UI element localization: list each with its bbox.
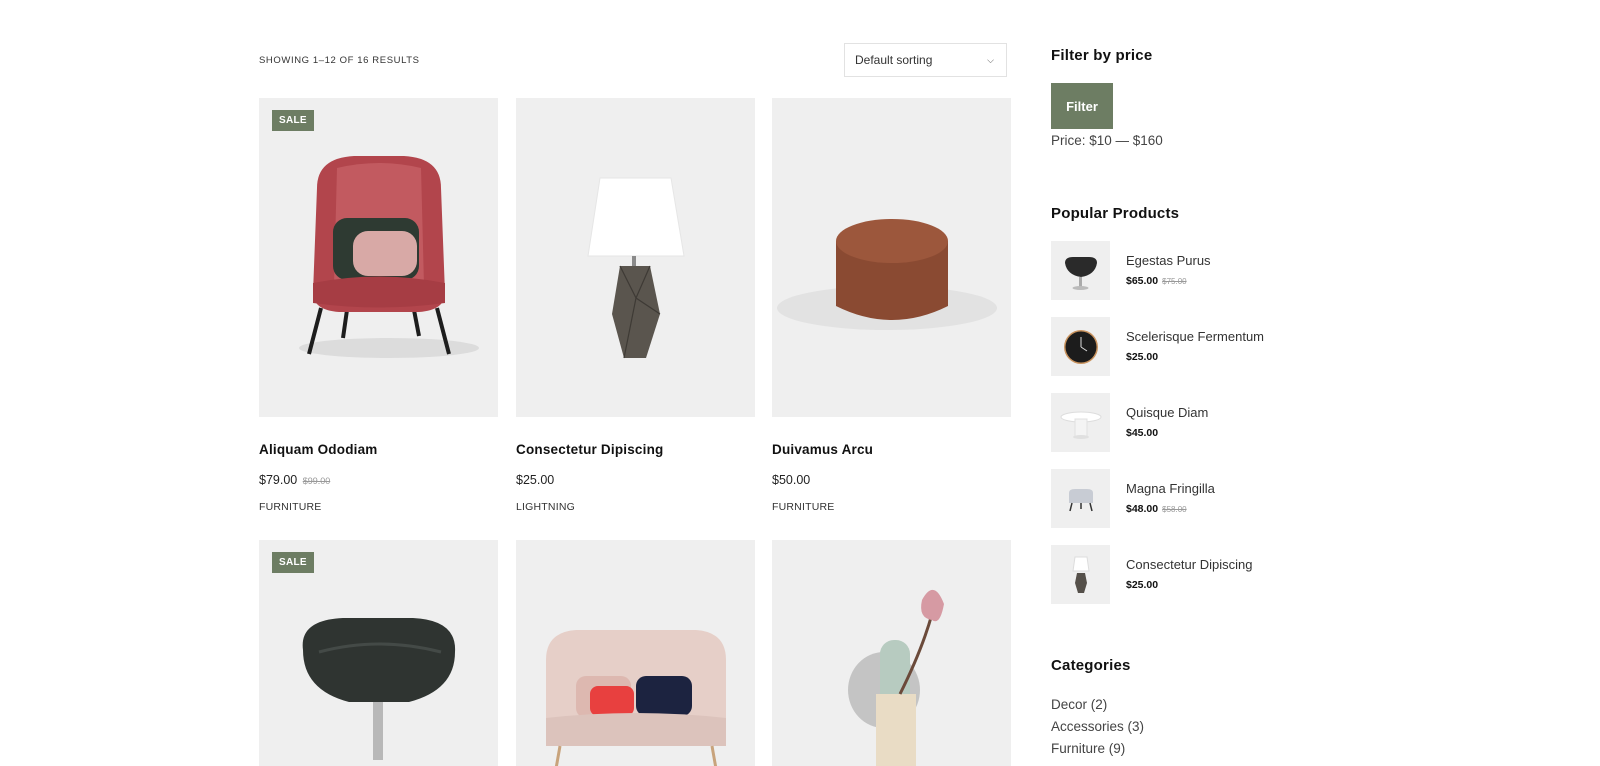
results-count: SHOWING 1–12 OF 16 RESULTS: [259, 55, 420, 66]
sale-badge: SALE: [272, 552, 314, 573]
category-link-decor[interactable]: Decor (2): [1051, 697, 1144, 719]
marble-table-lamp-image: [587, 177, 685, 359]
product-card[interactable]: SALE Aliquam Ododiam $79.00 $99.00 FURNI…: [259, 98, 498, 513]
product-image-link[interactable]: [516, 98, 755, 417]
product-title[interactable]: Consectetur Dipiscing: [516, 442, 755, 457]
old-price: $99.00: [302, 476, 331, 486]
popular-product-price: $45.00: [1126, 427, 1158, 439]
product-price: $25.00: [516, 473, 755, 487]
current-price: $25.00: [516, 473, 555, 487]
brown-pouf-image: [777, 219, 997, 330]
sale-badge: SALE: [272, 110, 314, 131]
popular-product-price: $65.00 $75.00: [1126, 275, 1187, 287]
product-card[interactable]: [516, 540, 755, 766]
wall-clock-thumb: [1064, 330, 1098, 364]
old-price: $58.00: [1162, 505, 1187, 514]
product-image-link[interactable]: [516, 540, 755, 766]
popular-product-price: $25.00: [1126, 579, 1158, 591]
current-price: $50.00: [772, 473, 811, 487]
categories-title: Categories: [1051, 657, 1131, 674]
product-category[interactable]: FURNITURE: [772, 501, 1011, 513]
sort-dropdown[interactable]: Default sorting ⌵: [844, 43, 1007, 77]
product-category[interactable]: FURNITURE: [259, 501, 498, 513]
popular-product-name[interactable]: Consectetur Dipiscing: [1126, 557, 1252, 572]
popular-product-thumb[interactable]: [1051, 545, 1110, 604]
product-title[interactable]: Aliquam Ododiam: [259, 442, 498, 457]
popular-product-thumb[interactable]: [1051, 393, 1110, 452]
current-price: $45.00: [1126, 427, 1159, 439]
gray-stool-thumb: [1069, 489, 1093, 512]
popular-product-item[interactable]: Quisque Diam $45.00: [1051, 393, 1311, 453]
popular-product-thumb[interactable]: [1051, 317, 1110, 376]
red-lounge-chair-image: [299, 156, 479, 358]
popular-product-thumb[interactable]: [1051, 469, 1110, 528]
product-image-link[interactable]: SALE: [259, 540, 498, 766]
popular-product-item[interactable]: Scelerisque Fermentum $25.00: [1051, 317, 1311, 377]
current-price: $25.00: [1126, 351, 1159, 363]
black-egg-chair-thumb: [1065, 257, 1097, 290]
product-image-link[interactable]: SALE: [259, 98, 498, 417]
product-card[interactable]: [772, 540, 1011, 766]
product-image-link[interactable]: [772, 540, 1011, 766]
current-price: $65.00: [1126, 275, 1159, 287]
filter-widget-title: Filter by price: [1051, 47, 1153, 64]
product-card[interactable]: Consectetur Dipiscing $25.00 LIGHTNING: [516, 98, 755, 513]
popular-product-item[interactable]: Magna Fringilla $48.00 $58.00: [1051, 469, 1311, 529]
popular-product-item[interactable]: Consectetur Dipiscing $25.00: [1051, 545, 1311, 605]
product-card[interactable]: SALE: [259, 540, 498, 766]
popular-product-item[interactable]: Egestas Purus $65.00 $75.00: [1051, 241, 1311, 301]
current-price: $48.00: [1126, 503, 1159, 515]
popular-products-title: Popular Products: [1051, 205, 1180, 222]
black-swivel-chair-image: [302, 618, 456, 760]
pink-loveseat-image: [546, 630, 726, 766]
product-title[interactable]: Duivamus Arcu: [772, 442, 1011, 457]
product-price: $50.00: [772, 473, 1011, 487]
filter-button[interactable]: Filter: [1051, 83, 1113, 129]
round-side-table-thumb: [1060, 411, 1102, 439]
table-lamp-thumb: [1072, 556, 1090, 593]
popular-product-name[interactable]: Magna Fringilla: [1126, 481, 1215, 496]
product-price: $79.00 $99.00: [259, 473, 498, 487]
popular-product-price: $48.00 $58.00: [1126, 503, 1187, 515]
product-image-link[interactable]: [772, 98, 1011, 417]
current-price: $79.00: [259, 473, 298, 487]
product-card[interactable]: Duivamus Arcu $50.00 FURNITURE: [772, 98, 1011, 513]
vase-with-flower-image: [848, 589, 944, 766]
sort-dropdown-value: Default sorting: [855, 53, 933, 67]
chevron-down-icon: ⌵: [987, 54, 994, 65]
old-price: $75.00: [1162, 277, 1187, 286]
popular-product-price: $25.00: [1126, 351, 1158, 363]
current-price: $25.00: [1126, 579, 1159, 591]
category-list: Decor (2) Accessories (3) Furniture (9): [1051, 697, 1144, 763]
popular-product-name[interactable]: Scelerisque Fermentum: [1126, 329, 1264, 344]
product-category[interactable]: LIGHTNING: [516, 501, 755, 513]
category-link-accessories[interactable]: Accessories (3): [1051, 719, 1144, 741]
category-link-furniture[interactable]: Furniture (9): [1051, 741, 1144, 763]
popular-product-name[interactable]: Egestas Purus: [1126, 253, 1211, 268]
popular-product-thumb[interactable]: [1051, 241, 1110, 300]
popular-product-name[interactable]: Quisque Diam: [1126, 405, 1208, 420]
price-range-label: Price: $10 — $160: [1051, 133, 1163, 148]
